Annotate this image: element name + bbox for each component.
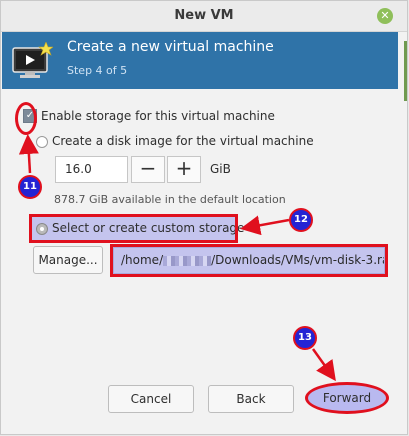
cancel-button[interactable]: Cancel	[108, 385, 194, 413]
annotation-badge-12: 12	[289, 208, 313, 232]
create-disk-radio[interactable]	[36, 136, 48, 148]
arrow-12	[240, 215, 290, 236]
arrow-11	[18, 134, 39, 174]
title-bar: New VM ✕	[1, 1, 407, 32]
window-edge-accent	[404, 41, 407, 101]
annotation-ring-11	[15, 102, 37, 135]
annotation-badge-11: 11	[18, 175, 42, 199]
size-unit-label: GiB	[210, 162, 231, 176]
decrease-size-button[interactable]: −	[131, 156, 165, 183]
disk-size-input[interactable]: 16.0	[55, 156, 128, 183]
banner-title: Create a new virtual machine	[67, 39, 274, 55]
monitor-star-icon	[12, 42, 53, 78]
new-vm-dialog: New VM ✕ Create a new virtual machine St…	[0, 0, 408, 435]
annotation-box-12	[29, 214, 238, 243]
wizard-banner: Create a new virtual machine Step 4 of 5	[2, 32, 398, 89]
arrow-13	[311, 348, 336, 382]
forward-button[interactable]: Forward	[305, 382, 389, 414]
back-button[interactable]: Back	[208, 385, 294, 413]
annotation-box-path	[110, 244, 388, 277]
annotation-badge-13: 13	[293, 326, 317, 350]
create-disk-label: Create a disk image for the virtual mach…	[52, 134, 314, 148]
close-icon[interactable]: ✕	[377, 8, 393, 24]
manage-storage-button[interactable]: Manage...	[33, 246, 103, 274]
available-space-label: 878.7 GiB available in the default locat…	[54, 193, 286, 206]
window-title: New VM	[174, 8, 234, 23]
increase-size-button[interactable]: +	[167, 156, 201, 183]
step-indicator: Step 4 of 5	[67, 64, 128, 77]
enable-storage-label: Enable storage for this virtual machine	[41, 109, 275, 123]
